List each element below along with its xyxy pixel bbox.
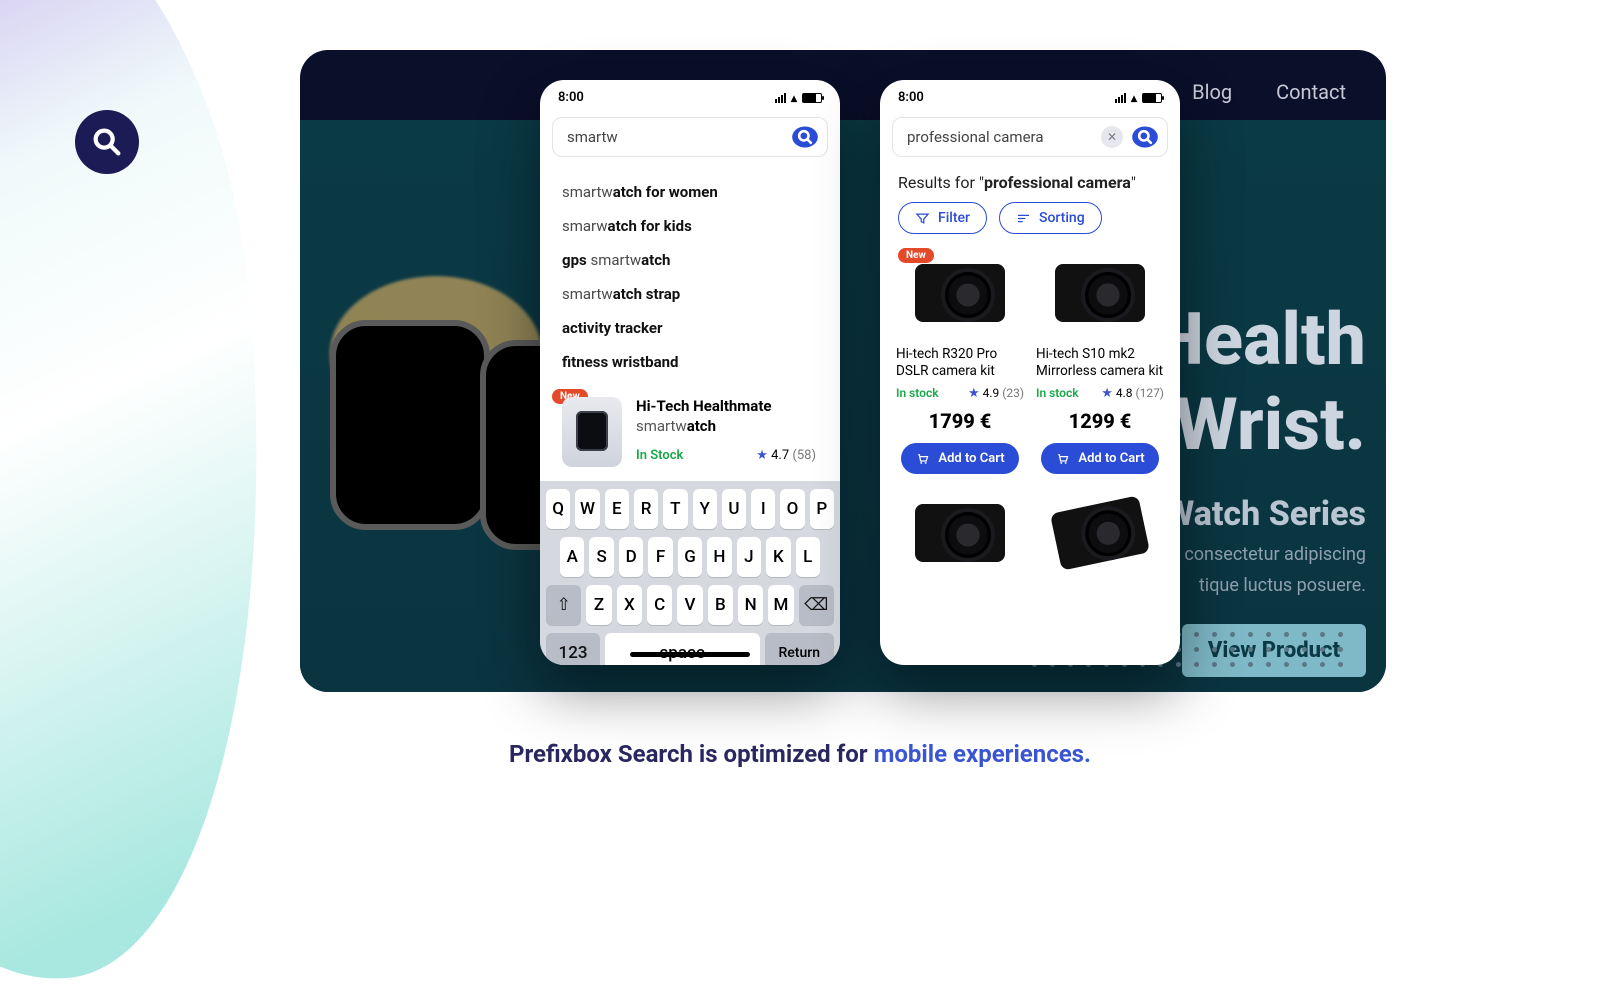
product-card[interactable]	[896, 488, 1024, 578]
key[interactable]: Z	[586, 585, 611, 625]
product-card[interactable]: Hi-tech S10 mk2 Mirrorless camera kit In…	[1036, 248, 1164, 474]
product-card[interactable]	[1036, 488, 1164, 578]
key[interactable]: ⇧	[546, 585, 581, 625]
price: 1299 €	[1069, 409, 1132, 433]
status-bar: 8:00 ▴	[540, 80, 840, 111]
signal-icon	[1115, 93, 1126, 103]
nav-link[interactable]: Contact	[1276, 80, 1346, 104]
key[interactable]: S	[589, 537, 613, 577]
key[interactable]: P	[810, 489, 834, 529]
suggestion-item[interactable]: activity tracker	[562, 311, 818, 345]
key[interactable]: T	[663, 489, 687, 529]
key[interactable]: F	[648, 537, 672, 577]
key[interactable]: H	[707, 537, 731, 577]
key[interactable]: I	[751, 489, 775, 529]
product-thumbnail	[562, 397, 622, 467]
key[interactable]: X	[617, 585, 642, 625]
key[interactable]: O	[780, 489, 804, 529]
stock-label: In stock	[1036, 386, 1079, 400]
product-name: Hi-Tech Healthmate smartwatch	[636, 397, 818, 436]
sort-icon	[1016, 211, 1031, 226]
search-bar[interactable]: professional camera ✕	[892, 117, 1168, 157]
status-time: 8:00	[898, 90, 924, 105]
price: 1799 €	[929, 409, 992, 433]
key-space[interactable]: space	[605, 633, 759, 665]
sorting-chip[interactable]: Sorting	[999, 202, 1102, 234]
key[interactable]: L	[796, 537, 820, 577]
status-bar: 8:00 ▴	[880, 80, 1180, 111]
battery-icon	[802, 93, 822, 103]
home-indicator	[630, 652, 750, 657]
product-image	[1040, 488, 1160, 578]
key[interactable]: C	[647, 585, 672, 625]
suggestion-item[interactable]: smarwatch for kids	[562, 209, 818, 243]
phone-mockup-results: 8:00 ▴ professional camera ✕ Results for…	[880, 80, 1180, 665]
stock-label: In stock	[896, 386, 939, 400]
filter-chip[interactable]: Filter	[898, 202, 987, 234]
inline-product-result[interactable]: New Hi-Tech Healthmate smartwatch In Sto…	[540, 387, 840, 481]
search-bar[interactable]: smartw	[552, 117, 828, 157]
add-to-cart-button[interactable]: Add to Cart	[1041, 443, 1158, 474]
key[interactable]: B	[708, 585, 733, 625]
signal-icon	[775, 93, 786, 103]
clear-search-icon[interactable]: ✕	[1101, 126, 1123, 148]
cart-icon	[1055, 451, 1070, 466]
stock-label: In Stock	[636, 448, 683, 463]
rating: ★ 4.8 (127)	[1101, 386, 1164, 401]
key[interactable]: J	[737, 537, 761, 577]
product-title: Hi-tech R320 Pro DSLR camera kit	[896, 346, 1024, 380]
suggestion-item[interactable]: gps smartwatch	[562, 243, 818, 277]
key[interactable]: Q	[546, 489, 570, 529]
caption: Prefixbox Search is optimized for mobile…	[0, 740, 1600, 768]
search-input[interactable]: professional camera	[907, 128, 1093, 146]
hero-background: Health is Wrist. Watch Series consectetu…	[300, 120, 1386, 692]
key[interactable]: M	[768, 585, 793, 625]
suggestion-item[interactable]: smartwatch strap	[562, 277, 818, 311]
key[interactable]: A	[560, 537, 584, 577]
hero-stage: Home Shop Blog Contact Health is Wrist. …	[300, 50, 1386, 692]
product-image	[1040, 248, 1160, 338]
wifi-icon: ▴	[1131, 91, 1137, 105]
search-submit-icon[interactable]	[1131, 123, 1159, 151]
key[interactable]: V	[677, 585, 702, 625]
key[interactable]: U	[722, 489, 746, 529]
rating: ★ 4.9 (23)	[968, 386, 1024, 401]
wifi-icon: ▴	[791, 91, 797, 105]
key[interactable]: N	[738, 585, 763, 625]
add-to-cart-button[interactable]: Add to Cart	[901, 443, 1018, 474]
suggestion-item[interactable]: fitness wristband	[562, 345, 818, 379]
phone-mockup-autocomplete: 8:00 ▴ smartw smartwatch for women smarw…	[540, 80, 840, 665]
key-return[interactable]: Return	[765, 633, 835, 665]
product-image	[900, 488, 1020, 578]
key[interactable]: E	[605, 489, 629, 529]
key[interactable]: Y	[693, 489, 717, 529]
key[interactable]: W	[575, 489, 599, 529]
watch-image	[330, 320, 490, 530]
key-123[interactable]: 123	[546, 633, 600, 665]
product-card[interactable]: Hi-tech R320 Pro DSLR camera kit In stoc…	[896, 248, 1024, 474]
product-image	[900, 248, 1020, 338]
filter-icon	[915, 211, 930, 226]
key[interactable]: ⌫	[799, 585, 834, 625]
suggestion-item[interactable]: smartwatch for women	[562, 175, 818, 209]
status-time: 8:00	[558, 90, 584, 105]
suggestion-list: smartwatch for women smarwatch for kids …	[540, 167, 840, 387]
search-submit-icon[interactable]	[791, 123, 819, 151]
key[interactable]: D	[619, 537, 643, 577]
battery-icon	[1142, 93, 1162, 103]
key[interactable]: R	[634, 489, 658, 529]
nav-link[interactable]: Blog	[1192, 80, 1232, 104]
ios-keyboard: QWERTYUIOP ASDFGHJKL ⇧ZXCVBNM⌫ 123 space…	[540, 481, 840, 665]
results-header: Results for "professional camera"	[880, 167, 1180, 202]
prefixbox-logo	[75, 110, 139, 174]
product-title: Hi-tech S10 mk2 Mirrorless camera kit	[1036, 346, 1164, 380]
background-blob	[0, 0, 307, 999]
search-input[interactable]: smartw	[567, 128, 783, 146]
key[interactable]: K	[766, 537, 790, 577]
cart-icon	[915, 451, 930, 466]
key[interactable]: G	[678, 537, 702, 577]
rating: ★ 4.7 (58)	[756, 448, 816, 463]
